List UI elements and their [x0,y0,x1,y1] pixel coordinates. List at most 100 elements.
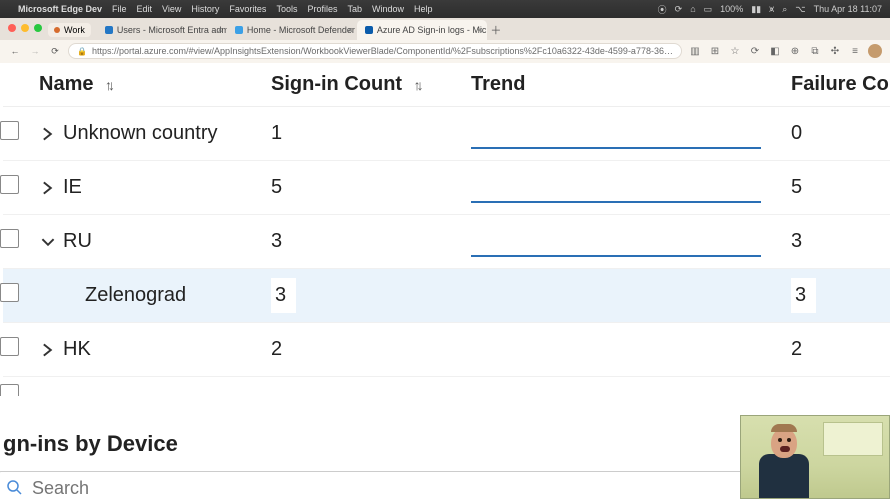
new-tab-button[interactable]: ＋ [487,22,505,38]
lock-icon: 🔒 [77,47,87,56]
row-checkbox[interactable] [0,229,19,248]
row-count: 3 [271,278,296,313]
column-header-label: Trend [471,73,525,95]
column-header-name[interactable]: Name [39,73,271,96]
menubar-status-area: ⦿ ⟳ ⌂ ▭ 100% ▮▮ ⩙ ⌕ ⌥ Thu Apr 18 11:07 [658,3,882,16]
row-count: 5 [271,176,282,198]
menubar-item-view[interactable]: View [162,4,181,14]
table-row[interactable]: IE 5 5 [3,161,890,215]
row-name: HK [63,338,91,361]
row-checkbox[interactable] [0,175,19,194]
webcam-overlay [740,415,890,499]
trend-sparkline [471,255,761,257]
toolbar-action-icon[interactable]: ✣ [828,44,842,58]
table-row[interactable]: HK 2 2 [3,323,890,377]
browser-tab-label: Home - Microsoft Defender [247,25,355,35]
control-center-icon[interactable]: ⌥ [795,4,805,15]
table-header-row: Name Sign-in Count Trend Failure Cou [3,63,890,107]
battery-percent: 100% [720,4,743,14]
profile-avatar-icon[interactable] [868,44,882,58]
row-failure: 5 [791,176,802,198]
menubar-item-favorites[interactable]: Favorites [229,4,266,14]
status-indicator-icon: ⟳ [675,4,683,15]
row-failure: 3 [791,230,802,252]
tab-favicon-icon [105,26,113,34]
search-icon [6,479,24,497]
tab-close-icon[interactable]: × [218,25,223,35]
row-count: 3 [271,230,282,252]
tab-favicon-icon [365,26,373,34]
chevron-down-icon[interactable] [39,230,57,253]
trend-sparkline [471,147,761,149]
tab-close-icon[interactable]: × [478,25,483,35]
toolbar-action-icon[interactable]: ⧉ [808,44,822,58]
row-checkbox[interactable] [0,283,19,302]
menubar-item-window[interactable]: Window [372,4,404,14]
nav-back-button[interactable]: ← [8,44,22,58]
menubar-datetime[interactable]: Thu Apr 18 11:07 [814,4,882,14]
row-name: RU [63,230,92,253]
tab-favicon-icon [235,26,243,34]
nav-forward-button[interactable]: → [28,44,42,58]
row-name: Unknown country [63,122,218,145]
menubar-item-file[interactable]: File [112,4,127,14]
browser-tab-active[interactable]: Azure AD Sign-in logs - Micr… × [357,20,487,40]
menubar-item-tab[interactable]: Tab [347,4,362,14]
trend-sparkline [471,201,761,203]
column-header-failure[interactable]: Failure Cou [791,73,890,96]
window-zoom-icon[interactable] [34,24,42,32]
row-checkbox[interactable] [0,337,19,356]
browser-tab[interactable]: Users - Microsoft Entra admi… × [97,20,227,40]
column-header-trend[interactable]: Trend [471,73,791,96]
toolbar-action-icon[interactable]: ⊕ [788,44,802,58]
row-name: Zelenograd [85,284,186,307]
toolbar-action-icon[interactable]: ⟳ [748,44,762,58]
menubar-item-edit[interactable]: Edit [137,4,153,14]
row-checkbox[interactable] [0,384,19,396]
toolbar-action-icon[interactable]: ≡ [848,44,862,58]
toolbar-action-icon[interactable]: ⊞ [708,44,722,58]
browser-chrome: Work Users - Microsoft Entra admi… × Hom… [0,18,890,63]
row-failure: 0 [791,122,802,144]
sort-icon[interactable] [105,77,111,93]
row-count: 2 [271,338,282,360]
browser-tab-label: Users - Microsoft Entra admi… [117,25,227,35]
toolbar-action-icon[interactable]: ☆ [728,44,742,58]
chevron-right-icon[interactable] [39,176,57,199]
search-icon[interactable]: ⌕ [782,4,787,15]
wifi-icon[interactable]: ⩙ [769,4,774,15]
status-indicator-icon: ⌂ [690,4,695,14]
row-failure: 2 [791,338,802,360]
row-count: 1 [271,122,282,144]
toolbar-action-icon[interactable]: ▥ [688,44,702,58]
address-bar-url: https://portal.azure.com/#view/AppInsigh… [92,46,673,56]
menubar-item-tools[interactable]: Tools [276,4,297,14]
column-header-label: Failure Cou [791,73,890,95]
column-header-count[interactable]: Sign-in Count [271,73,471,96]
window-minimize-icon[interactable] [21,24,29,32]
menubar-app-name[interactable]: Microsoft Edge Dev [18,4,102,14]
menubar-item-history[interactable]: History [191,4,219,14]
chevron-right-icon[interactable] [39,122,57,145]
menubar-item-help[interactable]: Help [414,4,433,14]
workspace-chip[interactable]: Work [48,23,91,37]
row-name: IE [63,176,82,199]
screen-mirror-icon[interactable]: ▭ [704,4,713,15]
table-row-child[interactable]: Zelenograd 3 3 [3,269,890,323]
sort-icon[interactable] [414,77,420,93]
tab-close-icon[interactable]: × [348,25,353,35]
address-bar[interactable]: 🔒 https://portal.azure.com/#view/AppInsi… [68,43,682,59]
row-checkbox[interactable] [0,121,19,140]
browser-toolbar: ← → ⟳ 🔒 https://portal.azure.com/#view/A… [0,40,890,63]
window-close-icon[interactable] [8,24,16,32]
browser-tab-strip: Work Users - Microsoft Entra admi… × Hom… [0,18,890,40]
menubar-item-profiles[interactable]: Profiles [307,4,337,14]
table-row-expanded[interactable]: RU 3 3 [3,215,890,269]
chevron-right-icon[interactable] [39,338,57,361]
window-controls[interactable] [6,24,48,36]
browser-tab[interactable]: Home - Microsoft Defender × [227,20,357,40]
toolbar-action-icon[interactable]: ◧ [768,44,782,58]
battery-icon: ▮▮ [751,4,761,15]
table-row[interactable]: Unknown country 1 0 [3,107,890,161]
nav-refresh-button[interactable]: ⟳ [48,44,62,58]
